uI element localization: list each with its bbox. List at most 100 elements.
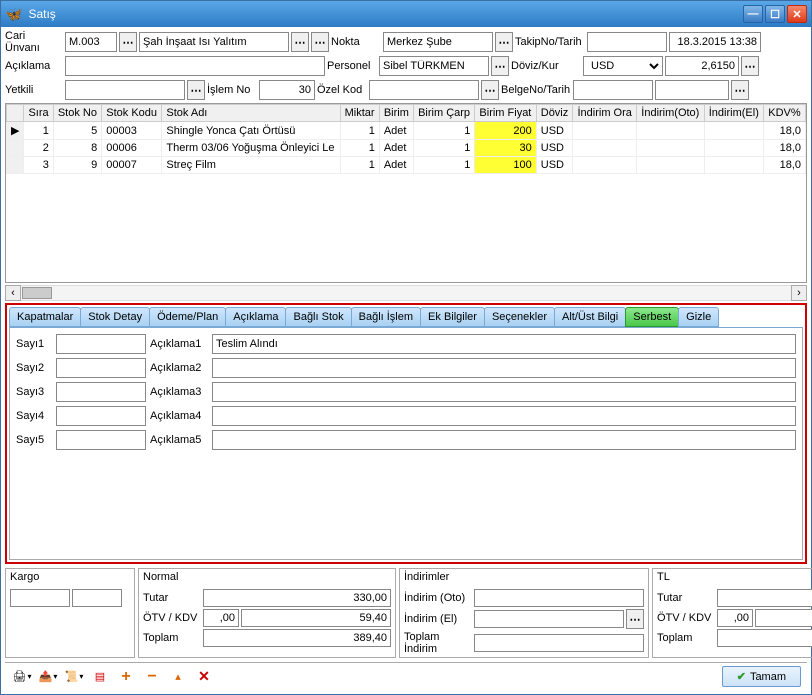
delete-button[interactable]: ✕ — [193, 666, 215, 688]
normal-tutar[interactable] — [203, 589, 391, 607]
tab-strip: KapatmalarStok DetayÖdeme/PlanAçıklamaBa… — [9, 307, 803, 327]
tab-gizle[interactable]: Gizle — [678, 307, 719, 327]
tab-balilem[interactable]: Bağlı İşlem — [351, 307, 421, 327]
normal-otv-label: ÖTV / KDV — [143, 612, 201, 624]
sayi2-input[interactable] — [56, 358, 146, 378]
grid-header[interactable]: Stok Adı — [162, 105, 340, 122]
sayi-label: Sayı1 — [16, 338, 52, 350]
personel-lookup[interactable]: ⋯ — [491, 56, 509, 76]
stock-grid[interactable]: SıraStok NoStok KoduStok AdıMiktarBirimB… — [5, 103, 807, 283]
scroll-right-icon[interactable]: › — [791, 285, 807, 301]
aciklama5-input[interactable] — [212, 430, 796, 450]
normal-otv1[interactable] — [203, 609, 239, 627]
grid-header[interactable]: Döviz — [536, 105, 573, 122]
kur-input[interactable] — [665, 56, 739, 76]
grid-header[interactable]: Birim Çarp — [414, 105, 475, 122]
grid-header[interactable]: Sıra — [24, 105, 53, 122]
belge-tarih-input[interactable] — [655, 80, 729, 100]
indirim-el[interactable] — [474, 610, 624, 628]
aciklama2-input[interactable] — [212, 358, 796, 378]
close-button[interactable]: ✕ — [787, 5, 807, 23]
grid-header[interactable]: Miktar — [340, 105, 379, 122]
takip-tarih-input[interactable] — [669, 32, 761, 52]
tab-balstok[interactable]: Bağlı Stok — [285, 307, 351, 327]
cari-name-lookup2[interactable]: ⋯ — [311, 32, 329, 52]
belge-no-input[interactable] — [573, 80, 653, 100]
edit-button[interactable]: ▴ — [167, 666, 189, 688]
tab-seenekler[interactable]: Seçenekler — [484, 307, 555, 327]
islem-no-input[interactable] — [259, 80, 315, 100]
tab-serbest[interactable]: Serbest — [625, 307, 679, 327]
history-button[interactable]: 📜▾ — [63, 666, 85, 688]
grid-header[interactable]: Stok Kodu — [102, 105, 162, 122]
add-button[interactable]: + — [115, 666, 137, 688]
doviz-select[interactable]: USD — [583, 56, 663, 76]
grid-header[interactable]: İndirim(Oto) — [637, 105, 704, 122]
ozel-kod-lookup[interactable]: ⋯ — [481, 80, 499, 100]
sayi-label: Sayı4 — [16, 410, 52, 422]
tab-demeplan[interactable]: Ödeme/Plan — [149, 307, 226, 327]
kargo-input1[interactable] — [10, 589, 70, 607]
sayi3-input[interactable] — [56, 382, 146, 402]
table-row[interactable]: ▶1500003Shingle Yonca Çatı Örtüsü1Adet12… — [7, 122, 806, 140]
doviz-label: Döviz/Kur — [511, 60, 581, 72]
aciklama-input[interactable] — [65, 56, 325, 76]
tl-otv2[interactable] — [755, 609, 812, 627]
kargo-title: Kargo — [10, 571, 130, 587]
indirim-el-lookup[interactable]: ⋯ — [626, 609, 644, 629]
nokta-input[interactable] — [383, 32, 493, 52]
grid-header[interactable]: KDV% — [764, 105, 806, 122]
cari-code-lookup[interactable]: ⋯ — [119, 32, 137, 52]
personel-input[interactable] — [379, 56, 489, 76]
kargo-input2[interactable] — [72, 589, 122, 607]
table-row[interactable]: 2800006Therm 03/06 Yoğuşma Önleyici Le1A… — [7, 140, 806, 157]
remove-button[interactable]: − — [141, 666, 163, 688]
tl-toplam[interactable] — [717, 629, 812, 647]
grid-header[interactable]: İndirim(El) — [704, 105, 763, 122]
ozel-kod-input[interactable] — [369, 80, 479, 100]
scroll-left-icon[interactable]: ‹ — [5, 285, 21, 301]
tab-aklama[interactable]: Açıklama — [225, 307, 286, 327]
tab-stokdetay[interactable]: Stok Detay — [80, 307, 150, 327]
normal-toplam[interactable] — [203, 629, 391, 647]
print-button[interactable]: 🖨▾ — [11, 666, 33, 688]
cari-name-lookup[interactable]: ⋯ — [291, 32, 309, 52]
ok-button[interactable]: ✔Tamam — [722, 666, 801, 687]
maximize-button[interactable]: ☐ — [765, 5, 785, 23]
tl-tutar[interactable] — [717, 589, 812, 607]
minimize-button[interactable]: — — [743, 5, 763, 23]
belge-label: BelgeNo/Tarih — [501, 84, 571, 96]
grid-hscroll[interactable]: ‹ › — [5, 285, 807, 301]
belge-tarih-lookup[interactable]: ⋯ — [731, 80, 749, 100]
aciklama4-input[interactable] — [212, 406, 796, 426]
sayi4-input[interactable] — [56, 406, 146, 426]
export-button[interactable]: 📤▾ — [37, 666, 59, 688]
tl-title: TL — [657, 571, 812, 587]
grid-header[interactable]: Stok No — [53, 105, 101, 122]
grid-header[interactable]: Birim — [379, 105, 413, 122]
aciklama-label: Açıklama — [5, 60, 63, 72]
tl-otv1[interactable] — [717, 609, 753, 627]
kur-lookup[interactable]: ⋯ — [741, 56, 759, 76]
grid-header[interactable]: İndirim Ora — [573, 105, 637, 122]
sayi5-input[interactable] — [56, 430, 146, 450]
yetkili-label: Yetkili — [5, 84, 63, 96]
aciklama1-input[interactable] — [212, 334, 796, 354]
yetkili-input[interactable] — [65, 80, 185, 100]
grid-header[interactable]: Birim Fiyat — [475, 105, 536, 122]
normal-otv2[interactable] — [241, 609, 391, 627]
tab-kapatmalar[interactable]: Kapatmalar — [9, 307, 81, 327]
tab-ekbilgiler[interactable]: Ek Bilgiler — [420, 307, 485, 327]
cari-code-input[interactable] — [65, 32, 117, 52]
aciklama3-input[interactable] — [212, 382, 796, 402]
indirim-oto[interactable] — [474, 589, 644, 607]
table-row[interactable]: 3900007Streç Film1Adet1100USD18,0 — [7, 157, 806, 174]
yetkili-lookup[interactable]: ⋯ — [187, 80, 205, 100]
list-button[interactable]: ▤ — [89, 666, 111, 688]
sayi1-input[interactable] — [56, 334, 146, 354]
tab-altstbilgi[interactable]: Alt/Üst Bilgi — [554, 307, 626, 327]
indirim-top[interactable] — [474, 634, 644, 652]
cari-name-input[interactable] — [139, 32, 289, 52]
takip-no-input[interactable] — [587, 32, 667, 52]
nokta-lookup[interactable]: ⋯ — [495, 32, 513, 52]
